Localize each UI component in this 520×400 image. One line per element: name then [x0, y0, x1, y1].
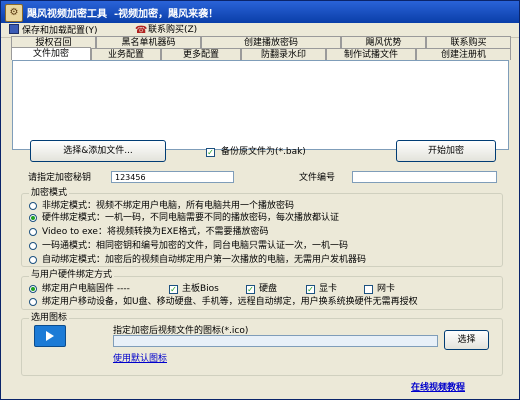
video-file-icon [34, 325, 66, 347]
backup-label: 备份原文件为(*.bak) [221, 147, 306, 157]
mode-unbound-label: 非绑定模式：视频不绑定用户电脑，所有电脑共用一个播放密码 [42, 201, 295, 211]
backup-checkbox[interactable]: ✓ [206, 148, 215, 157]
hdd-label: 硬盘 [259, 284, 278, 294]
tab-make-trial-file[interactable]: 制作试播文件 [326, 48, 416, 60]
password-input[interactable]: 123456 [111, 171, 234, 183]
window-title: 飓风视频加密工具 -视频加密，飓风来袭！ [27, 9, 219, 20]
mode-auto-bind-label: 自动绑定模式：加密后的视频自动绑定用户第一次播放的电脑，无需用户发机器码 [42, 255, 367, 265]
mode-video-to-exe-radio[interactable] [29, 228, 37, 236]
tab-anti-record-watermark[interactable]: 防翻录水印 [241, 48, 326, 60]
choose-icon-button[interactable]: 选择 [444, 330, 489, 350]
gpu-checkbox[interactable]: ✓ [306, 285, 315, 294]
bind-pc-firmware-label: 绑定用户电脑固件 ---- [42, 284, 130, 294]
hdd-checkbox[interactable]: ✓ [246, 285, 255, 294]
app-icon: ⚙ [5, 4, 23, 22]
bios-label: 主板Bios [182, 284, 219, 294]
tab-business-config[interactable]: 业务配置 [91, 48, 161, 60]
hardware-bind-title: 与用户硬件绑定方式 [29, 270, 115, 281]
mode-auto-bind-radio[interactable] [29, 256, 37, 264]
password-label: 请指定加密秘钥 [28, 173, 92, 183]
mode-hardware-label: 硬件绑定模式：一机一码，不同电脑需要不同的播放密码，每次播放都认证 [42, 213, 340, 223]
start-encrypt-button[interactable]: 开始加密 [396, 140, 496, 162]
phone-icon: ☎ [135, 25, 148, 36]
menu-label: 联系购买(Z) [148, 25, 198, 35]
menu-contact-purchase[interactable]: ☎联系购买(Z) [135, 24, 197, 36]
bind-mobile-device-label: 绑定用户移动设备，如U盘、移动硬盘、手机等，远程自动绑定，用户换系统换硬件无需再… [42, 297, 418, 307]
icon-group [21, 318, 503, 376]
title-bar[interactable]: ⚙ 飓风视频加密工具 -视频加密，飓风来袭！ [1, 1, 519, 23]
nic-checkbox[interactable] [364, 285, 373, 294]
bind-mobile-device-radio[interactable] [29, 298, 37, 306]
mode-hardware-radio[interactable] [29, 214, 37, 222]
tab-create-keygen[interactable]: 创建注册机 [416, 48, 511, 60]
tab-contact-purchase[interactable]: 联系购买 [426, 36, 511, 48]
mode-video-to-exe-label: Video to exe：将视频转换为EXE格式，不需要播放密码 [42, 227, 269, 237]
tab-create-play-password[interactable]: 创建播放密码 [201, 36, 341, 48]
save-icon [9, 24, 19, 34]
online-tutorial-link[interactable]: 在线视频教程 [411, 380, 465, 393]
file-number-input[interactable] [352, 171, 497, 183]
tab-file-encrypt[interactable]: 文件加密 [11, 47, 91, 60]
file-list[interactable] [12, 60, 509, 150]
gpu-label: 显卡 [319, 284, 338, 294]
nic-label: 网卡 [377, 284, 396, 294]
mode-unbound-radio[interactable] [29, 202, 37, 210]
tab-advantages[interactable]: 飓风优势 [341, 36, 426, 48]
app-window: ⚙ 飓风视频加密工具 -视频加密，飓风来袭！ 保存和加载配置(Y) ☎联系购买(… [0, 0, 520, 400]
bios-checkbox[interactable]: ✓ [169, 285, 178, 294]
mode-one-code-label: 一码通模式：相同密钥和编号加密的文件，同台电脑只需认证一次，一机一码 [42, 241, 349, 251]
select-add-files-button[interactable]: 选择&添加文件... [30, 140, 166, 162]
icon-group-title: 选用图标 [29, 313, 70, 324]
menu-label: 保存和加载配置(Y) [22, 26, 98, 36]
mode-one-code-radio[interactable] [29, 242, 37, 250]
encrypt-mode-title: 加密模式 [29, 188, 70, 199]
use-default-icon-link[interactable]: 使用默认图标 [113, 351, 167, 364]
bind-pc-firmware-radio[interactable] [29, 285, 37, 293]
menu-save-load-config[interactable]: 保存和加载配置(Y) [9, 24, 98, 36]
file-number-label: 文件编号 [299, 173, 336, 183]
icon-path-input[interactable] [113, 335, 438, 347]
tab-more-config[interactable]: 更多配置 [161, 48, 241, 60]
tab-blacklist-machine-code[interactable]: 黑名单机器码 [96, 36, 201, 48]
